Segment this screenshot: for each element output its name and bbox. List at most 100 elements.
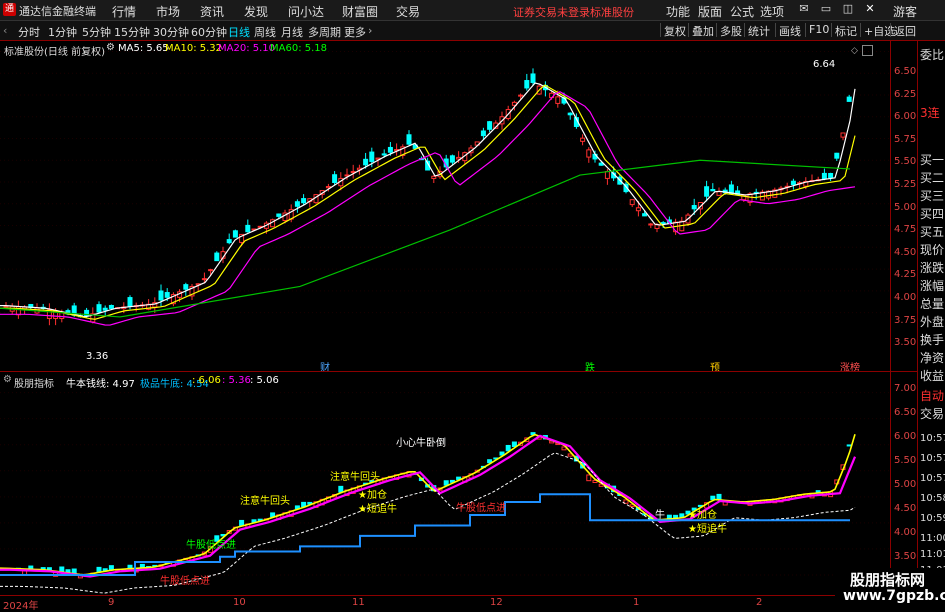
app-title: 通达信金融终端 bbox=[19, 5, 96, 18]
value-white: : 5.06 bbox=[250, 375, 279, 386]
period-monthly[interactable]: 月线 bbox=[281, 24, 303, 40]
restore-icon[interactable]: ◫ bbox=[840, 2, 856, 17]
panel-label: 买一 bbox=[920, 153, 945, 167]
chevron-right-icon[interactable]: › bbox=[368, 24, 372, 37]
indicator-name: 股朋指标 bbox=[14, 379, 54, 390]
settings-gear-icon[interactable]: ⚙ bbox=[106, 42, 115, 53]
menu-wenxiaoda[interactable]: 问小达 bbox=[288, 3, 324, 20]
menu-caifuquan[interactable]: 财富圈 bbox=[342, 3, 378, 20]
indicator-candle bbox=[505, 444, 511, 452]
btn-f10[interactable]: F10 bbox=[805, 23, 832, 37]
btn-fuquan[interactable]: 复权 bbox=[660, 23, 689, 38]
date-tick: 2024年 bbox=[3, 601, 39, 612]
panel-label: 涨跌 bbox=[920, 261, 945, 275]
trade-login-warning[interactable]: 证券交易未登录 bbox=[513, 4, 590, 20]
panel-time: 10:59 bbox=[920, 513, 945, 524]
period-multi[interactable]: 多周期 bbox=[308, 24, 341, 40]
minimize-icon[interactable]: ▭ bbox=[818, 2, 834, 17]
indicator-candle bbox=[301, 501, 307, 508]
y-tick: 6.00 bbox=[894, 431, 917, 442]
panel-label: 现价 bbox=[920, 243, 945, 257]
message-icon[interactable]: ✉ bbox=[796, 2, 812, 17]
panel-time: 11:00 bbox=[920, 533, 945, 544]
panel-label[interactable]: 交易 bbox=[920, 405, 944, 422]
y-tick: 5.50 bbox=[894, 156, 917, 167]
period-5min[interactable]: 5分钟 bbox=[82, 24, 111, 40]
menu-shichang[interactable]: 市场 bbox=[156, 3, 180, 20]
indicator-svg[interactable] bbox=[0, 372, 890, 594]
period-daily[interactable]: 日线 bbox=[228, 24, 250, 40]
candle-body bbox=[518, 94, 524, 97]
watermark-line2: www.7gpzb.com bbox=[843, 588, 945, 604]
menu-gongshi[interactable]: 公式 bbox=[730, 3, 754, 20]
candle-body bbox=[158, 290, 164, 301]
guest-label[interactable]: 游客 bbox=[893, 3, 917, 20]
menu-xuanxiang[interactable]: 选项 bbox=[760, 3, 784, 20]
toolbar-collapse-icon[interactable]: ‹ bbox=[3, 24, 7, 37]
period-more[interactable]: 更多 bbox=[344, 24, 366, 40]
high-price-marker: 6.64 bbox=[813, 59, 836, 70]
indicator-chart[interactable]: ⚙ 股朋指标 牛本钱线: 4.97 极品牛底: 4.54 : 6.06 : 5.… bbox=[0, 372, 890, 594]
kline-chart[interactable]: 标准股份(日线 前复权) ⚙ MA5: 5.65 MA10: 5.32 MA20… bbox=[0, 41, 890, 374]
panel-label[interactable]: 自动 bbox=[920, 387, 944, 404]
close-icon[interactable]: ✕ bbox=[862, 2, 878, 17]
chart-diamond-icon[interactable]: ◇ bbox=[851, 46, 858, 56]
indicator-candle bbox=[586, 474, 592, 482]
annotation-add-1: ★加仓 bbox=[358, 490, 387, 501]
btn-tongji[interactable]: 统计 bbox=[744, 23, 773, 38]
indicator-settings-icon[interactable]: ⚙ bbox=[3, 374, 12, 385]
watermark-line1: 股朋指标网 bbox=[850, 571, 926, 589]
stock-name-link[interactable]: 标准股份 bbox=[590, 4, 634, 20]
btn-fanhui[interactable]: 返回 bbox=[890, 23, 919, 38]
period-15min[interactable]: 15分钟 bbox=[114, 24, 150, 40]
candle-body bbox=[183, 284, 189, 290]
panel-label: 买五 bbox=[920, 225, 945, 239]
candle-body bbox=[108, 304, 114, 309]
candle-body bbox=[332, 174, 338, 183]
annotation-turn-back-1: 注意牛回头 bbox=[240, 496, 290, 507]
panel-label: 买三 bbox=[920, 189, 945, 203]
period-weekly[interactable]: 周线 bbox=[254, 24, 276, 40]
candle-body bbox=[642, 213, 648, 217]
stock-label: 标准股份(日线 前复权) bbox=[4, 47, 105, 58]
candle-body bbox=[127, 297, 133, 307]
candle-body bbox=[301, 198, 307, 204]
menu-zixun[interactable]: 资讯 bbox=[200, 3, 224, 20]
y-tick: 6.50 bbox=[894, 66, 917, 77]
candle-body bbox=[294, 201, 300, 207]
indicator-candle bbox=[846, 444, 852, 447]
candle-body bbox=[406, 134, 412, 145]
y-tick: 4.00 bbox=[894, 292, 917, 303]
candle-body bbox=[716, 191, 722, 196]
quote-side-panel[interactable]: 委比 3连 买一 买二 买三 买四 买五 现价 涨跌 涨幅 总量 外盘 换手 净… bbox=[917, 41, 945, 609]
btn-biaoji[interactable]: 标记 bbox=[831, 23, 860, 38]
btn-huaxian[interactable]: 画线 bbox=[775, 23, 804, 38]
period-1min[interactable]: 1分钟 bbox=[48, 24, 77, 40]
chart-toggle-icon[interactable] bbox=[862, 45, 873, 56]
period-60min[interactable]: 60分钟 bbox=[191, 24, 227, 40]
period-fenshi[interactable]: 分时 bbox=[18, 24, 40, 40]
y-tick: 4.00 bbox=[894, 527, 917, 538]
btn-diejia[interactable]: 叠加 bbox=[688, 23, 717, 38]
candle-body bbox=[691, 205, 697, 210]
candle-body bbox=[226, 239, 232, 244]
btn-duogu[interactable]: 多股 bbox=[716, 23, 745, 38]
candle-body bbox=[480, 130, 486, 137]
menu-gongneng[interactable]: 功能 bbox=[666, 3, 690, 20]
panel-time: 10:57 bbox=[920, 473, 945, 484]
kline-svg[interactable] bbox=[0, 41, 890, 371]
menu-hangqing[interactable]: 行情 bbox=[112, 3, 136, 20]
y-tick: 4.75 bbox=[894, 224, 917, 235]
candle-body bbox=[790, 180, 796, 186]
y-tick: 5.00 bbox=[894, 202, 917, 213]
menu-banmian[interactable]: 版面 bbox=[698, 3, 722, 20]
candle-body bbox=[245, 224, 251, 233]
title-bar: 通 通达信金融终端 行情 市场 资讯 发现 问小达 财富圈 交易 证券交易未登录… bbox=[0, 0, 945, 21]
annotation-low-buy-2: 牛股低点进 bbox=[186, 540, 236, 551]
menu-jiaoyi[interactable]: 交易 bbox=[396, 3, 420, 20]
y-tick: 6.50 bbox=[894, 407, 917, 418]
candle-body bbox=[635, 207, 641, 212]
menu-faxian[interactable]: 发现 bbox=[244, 3, 268, 20]
ma10-label: MA10: 5.32 bbox=[165, 43, 223, 54]
period-30min[interactable]: 30分钟 bbox=[153, 24, 189, 40]
